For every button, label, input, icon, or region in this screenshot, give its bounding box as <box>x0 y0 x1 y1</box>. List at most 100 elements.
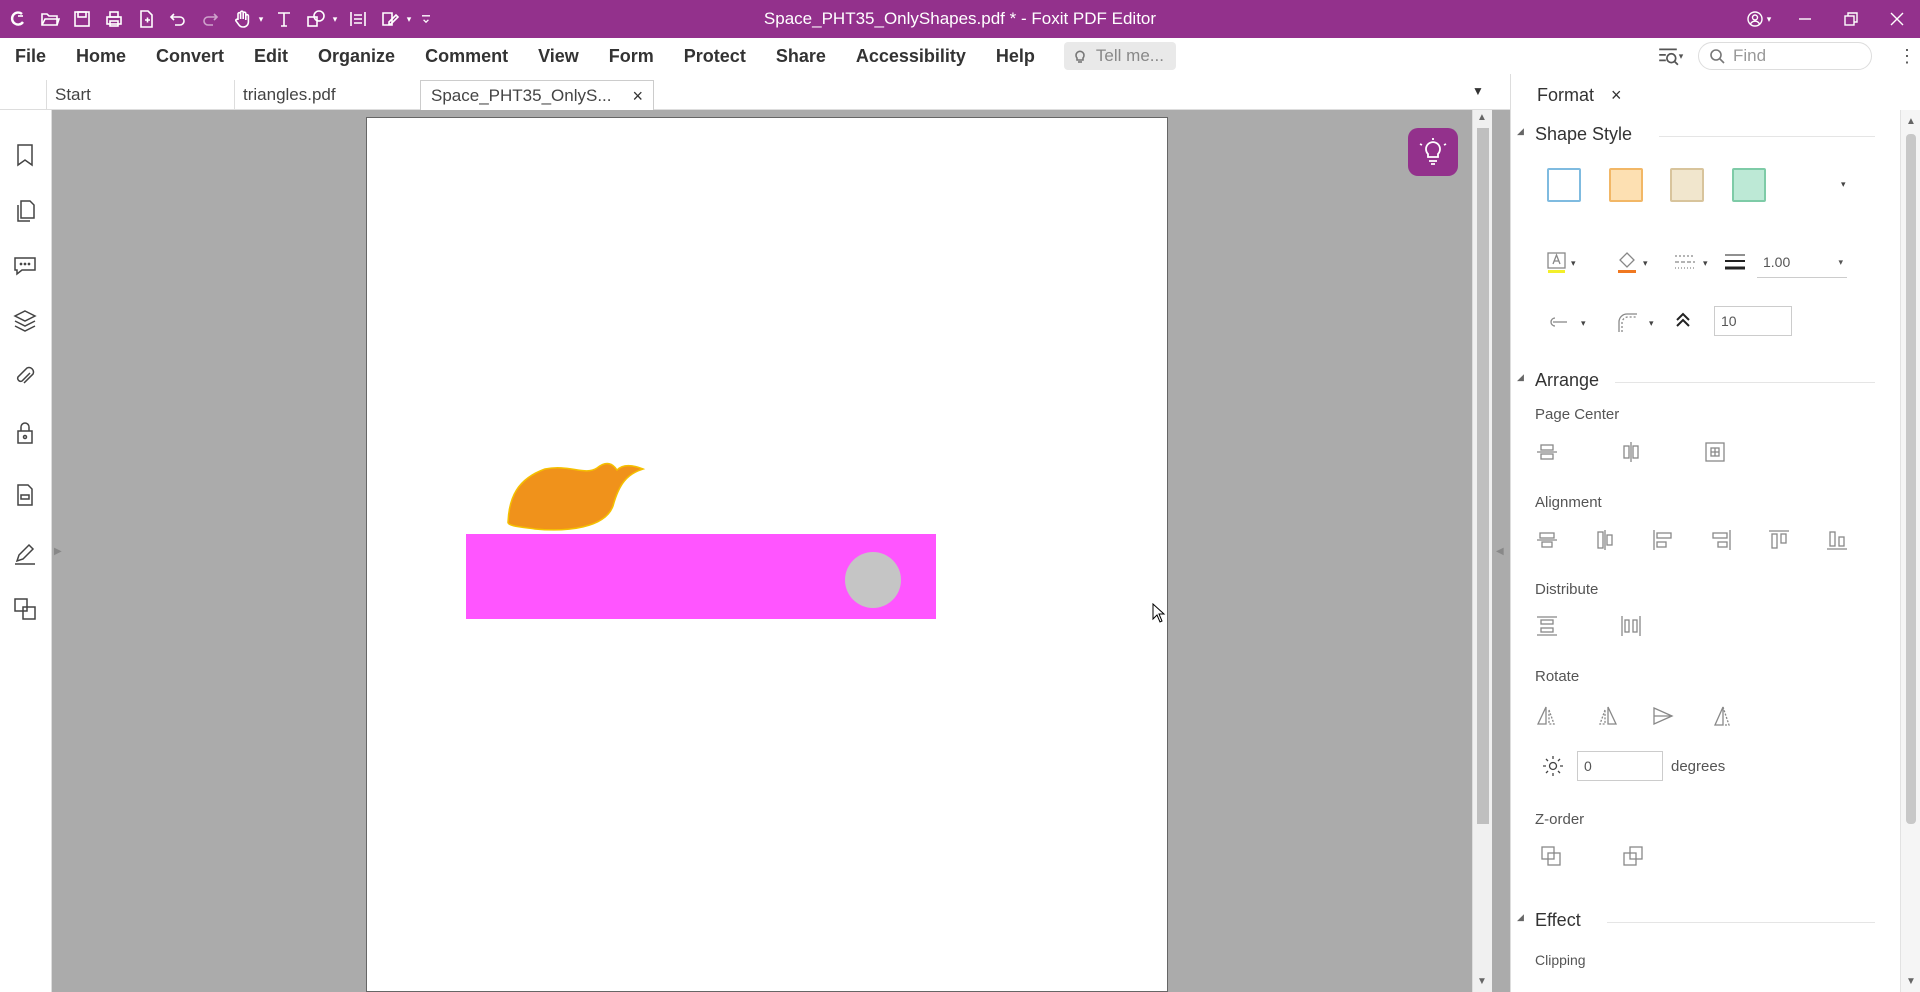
search-options-icon[interactable]: ▾ <box>1650 42 1690 70</box>
style-swatch-orange[interactable] <box>1609 168 1643 202</box>
restore-icon[interactable] <box>1828 0 1874 38</box>
line-start-dropdown-icon[interactable]: ▾ <box>1581 318 1586 329</box>
find-input[interactable]: Find <box>1698 42 1872 70</box>
rotate-horizontal-icon[interactable] <box>1651 704 1675 728</box>
distribute-horizontal-icon[interactable] <box>1619 614 1643 638</box>
center-both-icon[interactable] <box>1703 440 1727 464</box>
center-vertical-icon[interactable] <box>1619 440 1643 464</box>
tab-triangles[interactable]: triangles.pdf <box>234 80 420 110</box>
menu-protect[interactable]: Protect <box>669 38 761 74</box>
style-swatch-green[interactable] <box>1732 168 1766 202</box>
menu-help[interactable]: Help <box>981 38 1050 74</box>
opacity-icon[interactable] <box>1671 308 1695 332</box>
edit-icon[interactable] <box>376 5 404 33</box>
text-color-icon[interactable] <box>1545 250 1569 274</box>
edit-dropdown-icon[interactable]: ▾ <box>404 5 414 33</box>
line-width-icon[interactable] <box>1723 250 1747 274</box>
orange-freeform-shape[interactable] <box>507 462 646 531</box>
fill-color-dropdown-icon[interactable]: ▾ <box>1643 258 1648 269</box>
comments-icon[interactable] <box>12 252 38 278</box>
menu-edit[interactable]: Edit <box>239 38 303 74</box>
close-tab-icon[interactable]: × <box>632 81 643 111</box>
undo-icon[interactable] <box>164 5 192 33</box>
panel-scrollbar-thumb[interactable] <box>1906 134 1916 824</box>
menu-file[interactable]: File <box>0 38 61 74</box>
rotate-degrees-input[interactable]: 0 <box>1577 751 1663 781</box>
tab-format[interactable]: Format × <box>1521 80 1622 110</box>
pages-icon[interactable] <box>12 198 38 224</box>
foxit-logo-icon[interactable] <box>4 5 32 33</box>
security-lock-icon[interactable] <box>12 420 38 446</box>
layers-icon[interactable] <box>12 308 38 334</box>
attachment-icon[interactable] <box>12 364 38 390</box>
fill-color-icon[interactable] <box>1615 250 1639 274</box>
text-color-dropdown-icon[interactable]: ▾ <box>1571 258 1576 269</box>
menu-organize[interactable]: Organize <box>303 38 410 74</box>
rotate-settings-icon[interactable] <box>1541 754 1565 778</box>
line-style-icon[interactable] <box>1673 250 1697 274</box>
panel-scroll-down-icon[interactable]: ▼ <box>1906 976 1916 987</box>
minimize-icon[interactable] <box>1782 0 1828 38</box>
menu-form[interactable]: Form <box>594 38 669 74</box>
tab-start[interactable]: Start <box>46 80 234 110</box>
shape-dropdown-icon[interactable]: ▾ <box>330 5 340 33</box>
collapse-right-panel-icon[interactable]: ◀ <box>1496 546 1504 557</box>
line-width-input[interactable]: 1.00 ▾ <box>1757 248 1847 278</box>
close-window-icon[interactable] <box>1874 0 1920 38</box>
scroll-down-icon[interactable]: ▼ <box>1477 976 1487 987</box>
customize-icon[interactable] <box>418 5 434 33</box>
line-style-dropdown-icon[interactable]: ▾ <box>1703 258 1708 269</box>
align-bottom-icon[interactable] <box>1825 528 1849 552</box>
collapse-arrange-icon[interactable]: ◢ <box>1517 372 1524 383</box>
line-corner-dropdown-icon[interactable]: ▾ <box>1649 318 1654 329</box>
tabs-list-dropdown-icon[interactable]: ▼ <box>1472 84 1484 98</box>
align-middle-icon[interactable] <box>1535 528 1559 552</box>
open-icon[interactable] <box>36 5 64 33</box>
flip-vertical-icon[interactable] <box>1711 704 1735 728</box>
flip-left-icon[interactable] <box>1535 704 1559 728</box>
style-swatch-white[interactable] <box>1547 168 1581 202</box>
print-icon[interactable] <box>100 5 128 33</box>
align-right-icon[interactable] <box>1709 528 1733 552</box>
distribute-vertical-icon[interactable] <box>1535 614 1559 638</box>
more-styles-dropdown-icon[interactable]: ▾ <box>1841 179 1846 190</box>
menu-home[interactable]: Home <box>61 38 141 74</box>
line-width-dropdown-icon[interactable]: ▾ <box>1838 248 1843 276</box>
align-center-icon[interactable] <box>1593 528 1617 552</box>
pdf-page[interactable] <box>366 117 1168 992</box>
collapse-effect-icon[interactable]: ◢ <box>1517 912 1524 923</box>
scroll-up-icon[interactable]: ▲ <box>1477 112 1487 123</box>
more-options-icon[interactable]: ⋮ <box>1894 46 1920 67</box>
account-icon[interactable]: ▾ <box>1736 0 1782 38</box>
align-top-icon[interactable] <box>1767 528 1791 552</box>
opacity-input[interactable]: 10 <box>1714 306 1792 336</box>
send-backward-icon[interactable] <box>1621 844 1645 868</box>
form-fields-icon[interactable] <box>12 482 38 508</box>
collapse-shape-style-icon[interactable]: ◢ <box>1517 126 1524 137</box>
document-scrollbar[interactable]: ▲ ▼ <box>1472 110 1492 992</box>
center-horizontal-icon[interactable] <box>1535 440 1559 464</box>
style-swatch-tan[interactable] <box>1670 168 1704 202</box>
redo-icon[interactable] <box>196 5 224 33</box>
expand-left-panel-icon[interactable]: ▶ <box>54 546 62 557</box>
line-start-icon[interactable] <box>1545 310 1569 334</box>
panel-scrollbar[interactable]: ▲ ▼ <box>1900 110 1920 992</box>
align-left-icon[interactable] <box>1651 528 1675 552</box>
scrollbar-thumb[interactable] <box>1477 128 1489 824</box>
hand-dropdown-icon[interactable]: ▾ <box>256 5 266 33</box>
panel-scroll-up-icon[interactable]: ▲ <box>1906 116 1916 127</box>
line-corner-icon[interactable] <box>1615 310 1639 334</box>
menu-view[interactable]: View <box>523 38 594 74</box>
compare-icon[interactable] <box>12 596 38 622</box>
menu-comment[interactable]: Comment <box>410 38 523 74</box>
signature-icon[interactable] <box>12 540 38 566</box>
bring-forward-icon[interactable] <box>1539 844 1563 868</box>
menu-convert[interactable]: Convert <box>141 38 239 74</box>
flip-right-icon[interactable] <box>1595 704 1619 728</box>
hand-icon[interactable] <box>228 5 256 33</box>
close-panel-icon[interactable]: × <box>1611 85 1622 105</box>
save-icon[interactable] <box>68 5 96 33</box>
gray-circle[interactable] <box>845 552 901 608</box>
tab-space-pht35[interactable]: Space_PHT35_OnlyS... × <box>420 80 654 110</box>
menu-share[interactable]: Share <box>761 38 841 74</box>
